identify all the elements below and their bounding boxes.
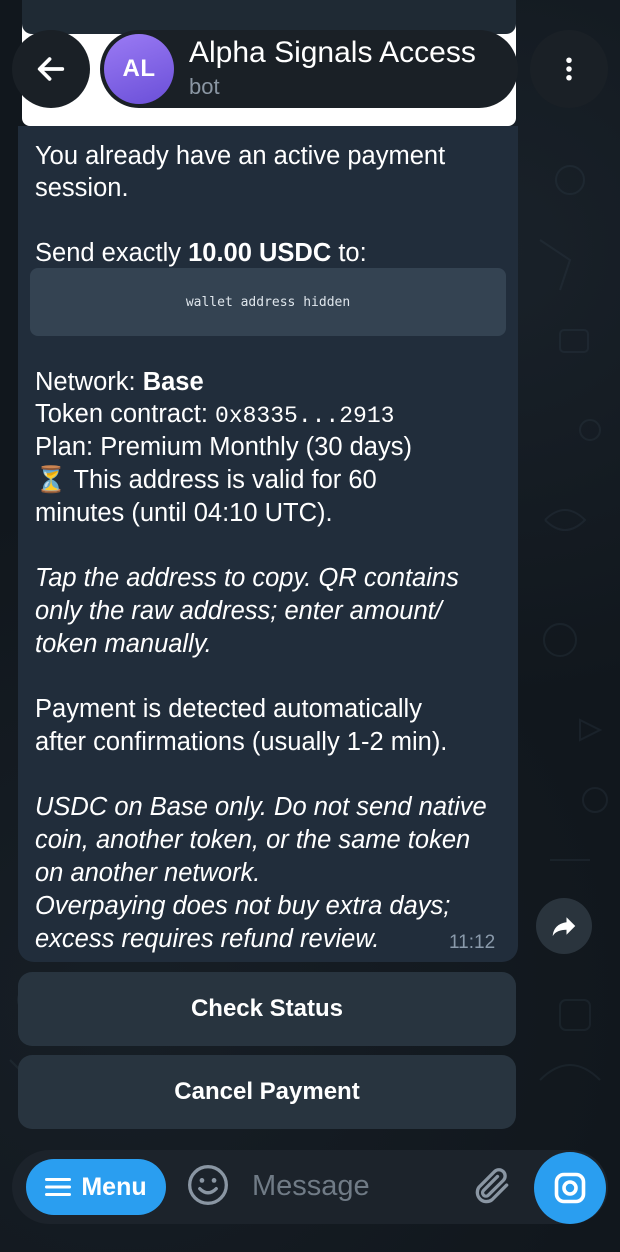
detect-note: after confirmations (usually 1-2 min). xyxy=(35,728,448,756)
tap-note-text: Tap the address to copy. QR contains xyxy=(35,564,459,592)
validity-line: ⏳ This address is valid for 60 xyxy=(35,464,377,497)
camera-button[interactable] xyxy=(534,1152,606,1224)
message-line: session. xyxy=(35,174,129,202)
warning-text: excess requires refund review. xyxy=(35,925,380,953)
check-status-button[interactable]: Check Status xyxy=(18,972,516,1046)
warning-text: on another network. xyxy=(35,859,261,887)
validity-text: This address is valid for 60 xyxy=(66,466,377,494)
camera-icon xyxy=(554,1172,586,1204)
avatar[interactable]: AL xyxy=(104,34,174,104)
warning-note: coin, another token, or the same token xyxy=(35,824,470,857)
network-line: Network: Base xyxy=(35,366,204,399)
hourglass-icon: ⏳ xyxy=(35,466,67,494)
contract-value[interactable]: 0x8335...2913 xyxy=(215,403,394,429)
network-label: Network: xyxy=(35,368,143,396)
share-button[interactable] xyxy=(536,898,592,954)
image-preview-top xyxy=(22,0,516,34)
send-suffix: to: xyxy=(331,239,367,267)
message-line: You already have an active payment xyxy=(35,142,446,170)
paperclip-icon xyxy=(475,1168,509,1204)
warning-note: USDC on Base only. Do not send native xyxy=(35,791,487,824)
back-button[interactable] xyxy=(12,30,90,108)
attach-button[interactable] xyxy=(470,1164,514,1208)
wallet-address-box[interactable]: wallet address hidden xyxy=(30,268,506,336)
tap-note: Tap the address to copy. QR contains xyxy=(35,562,459,595)
detect-note: Payment is detected automatically xyxy=(35,695,422,723)
cancel-payment-button[interactable]: Cancel Payment xyxy=(18,1055,516,1129)
more-options-button[interactable] xyxy=(530,30,608,108)
message-timestamp: 11:12 xyxy=(449,932,496,953)
send-amount-line: Send exactly 10.00 USDC to: xyxy=(35,237,367,270)
warning-note: on another network. xyxy=(35,857,260,890)
tap-note: token manually. xyxy=(35,628,212,661)
emoji-icon xyxy=(188,1165,228,1205)
warning-text: coin, another token, or the same token xyxy=(35,826,471,854)
send-prefix: Send exactly xyxy=(35,239,189,267)
bot-menu-button[interactable]: Menu xyxy=(26,1159,166,1215)
emoji-button[interactable] xyxy=(186,1163,230,1207)
network-value: Base xyxy=(142,368,204,396)
share-icon xyxy=(552,917,576,936)
more-vertical-icon xyxy=(566,57,572,81)
tap-note-text: token manually. xyxy=(35,630,212,658)
warning-text: USDC on Base only. Do not send native xyxy=(35,793,487,821)
send-amount: 10.00 USDC xyxy=(188,239,332,267)
contract-line: Token contract: 0x8335...2913 xyxy=(35,398,394,433)
warning-note: excess requires refund review. xyxy=(35,923,379,956)
arrow-left-icon xyxy=(37,57,65,81)
contract-label: Token contract: xyxy=(35,400,216,428)
tap-note-text: only the raw address; enter amount/ xyxy=(35,597,442,625)
warning-text: Overpaying does not buy extra days; xyxy=(35,892,451,920)
chat-title[interactable]: Alpha Signals Access xyxy=(189,36,476,70)
hamburger-icon xyxy=(45,1178,72,1196)
message-input[interactable] xyxy=(252,1164,452,1208)
warning-note: Overpaying does not buy extra days; xyxy=(35,890,450,923)
chat-subtitle: bot xyxy=(189,74,220,99)
menu-label: Menu xyxy=(81,1172,147,1201)
tap-note: only the raw address; enter amount/ xyxy=(35,595,442,628)
plan-line: Plan: Premium Monthly (30 days) xyxy=(35,433,412,461)
validity-line-2: minutes (until 04:10 UTC). xyxy=(35,499,333,527)
